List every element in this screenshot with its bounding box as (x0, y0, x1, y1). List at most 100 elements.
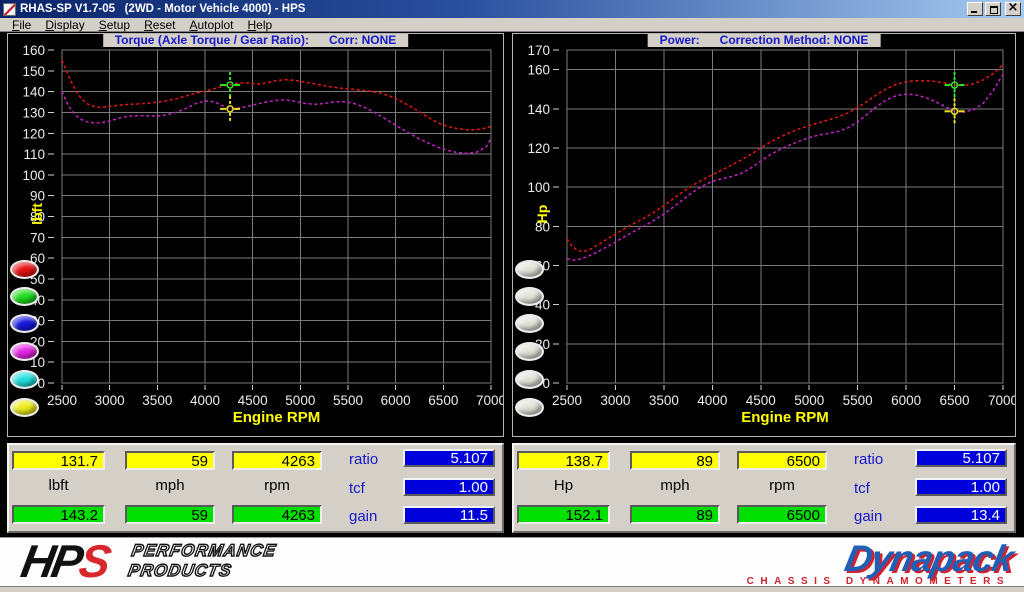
torque-readout-panel: 131.7lbft143.259mph594263rpm4263ratio5.1… (7, 443, 504, 533)
svg-text:160: 160 (22, 43, 45, 58)
main-area: Torque (Axle Torque / Gear Ratio): Corr:… (0, 32, 1024, 592)
run-color-button-blue[interactable] (10, 314, 39, 333)
yellow-cursor[interactable] (220, 96, 240, 122)
svg-text:5500: 5500 (843, 393, 873, 408)
run-color-button-green[interactable] (10, 287, 39, 306)
ratio-field: 5.107 (403, 449, 495, 467)
minimize-button[interactable] (967, 2, 983, 16)
svg-text:6000: 6000 (381, 393, 411, 408)
green-mph-field: 89 (630, 505, 720, 524)
dynapack-logo-text: Dynapack (743, 542, 1016, 576)
yellow-rpm-field: 6500 (737, 451, 827, 470)
restore-button[interactable] (985, 2, 1001, 16)
svg-text:120: 120 (527, 141, 550, 156)
svg-text:120: 120 (22, 126, 45, 141)
svg-text:3000: 3000 (95, 393, 125, 408)
run-indicator-button-blank-4[interactable] (515, 342, 544, 361)
yellow-mph-field: 59 (125, 451, 215, 470)
svg-text:140: 140 (22, 85, 45, 100)
power-readout-panel: 138.7Hp152.189mph896500rpm6500ratio5.107… (512, 443, 1016, 533)
run-indicator-button-blank-5[interactable] (515, 370, 544, 389)
run-indicator-button-blank-1[interactable] (515, 260, 544, 279)
close-button[interactable] (1005, 2, 1021, 16)
svg-text:160: 160 (527, 63, 550, 78)
run-color-button-yellow[interactable] (10, 398, 39, 417)
lbft-unit-label: lbft (12, 477, 105, 495)
gain-field: 13.4 (915, 506, 1007, 524)
x-axis-title: Engine RPM (233, 409, 321, 426)
run-indicator-button-blank-3[interactable] (515, 314, 544, 333)
gain-field: 11.5 (403, 506, 495, 524)
menu-reset[interactable]: Reset (137, 18, 182, 32)
menu-help[interactable]: Help (241, 18, 280, 32)
tcf-label: tcf (349, 480, 401, 498)
app-window: RHAS-SP V1.7-05 (2WD - Motor Vehicle 400… (0, 0, 1024, 592)
run-color-button-red[interactable] (10, 260, 39, 279)
torque-chart: 1601501401301201101009080706050403020100… (8, 34, 503, 436)
mph-unit-label: mph (125, 477, 215, 495)
yellow-lbft-field: 131.7 (12, 451, 105, 470)
svg-text:5500: 5500 (333, 393, 363, 408)
svg-text:2500: 2500 (47, 393, 77, 408)
ratio-field: 5.107 (915, 449, 1007, 467)
x-axis-title: Engine RPM (741, 409, 829, 426)
svg-text:5000: 5000 (285, 393, 315, 408)
run-magenta-power (567, 75, 1003, 261)
svg-text:90: 90 (30, 189, 45, 204)
title-bar[interactable]: RHAS-SP V1.7-05 (2WD - Motor Vehicle 400… (0, 0, 1024, 18)
torque-chart-title: Torque (Axle Torque / Gear Ratio): Corr:… (103, 34, 409, 47)
torque-chart-panel: Torque (Axle Torque / Gear Ratio): Corr:… (7, 33, 504, 437)
svg-text:4000: 4000 (190, 393, 220, 408)
tcf-field: 1.00 (403, 478, 495, 496)
run-magenta-torque (62, 92, 491, 154)
svg-text:150: 150 (22, 64, 45, 79)
svg-text:6500: 6500 (940, 393, 970, 408)
mph-unit-label: mph (630, 477, 720, 495)
svg-text:3000: 3000 (600, 393, 630, 408)
menu-bar: FileDisplaySetupResetAutoplotHelp (0, 18, 1024, 32)
run-indicator-button-blank-6[interactable] (515, 398, 544, 417)
svg-text:5000: 5000 (794, 393, 824, 408)
svg-text:170: 170 (527, 43, 550, 58)
run-red-power (567, 65, 1003, 252)
window-title: RHAS-SP V1.7-05 (2WD - Motor Vehicle 400… (20, 3, 967, 15)
menu-file[interactable]: File (5, 18, 38, 32)
green-rpm-field: 6500 (737, 505, 827, 524)
menu-autoplot[interactable]: Autoplot (182, 18, 240, 32)
svg-text:100: 100 (22, 168, 45, 183)
y-axis-title: lbft (29, 203, 45, 225)
svg-text:4000: 4000 (697, 393, 727, 408)
svg-text:7000: 7000 (988, 393, 1015, 408)
tcf-label: tcf (854, 480, 906, 498)
green-lbft-field: 143.2 (12, 505, 105, 524)
hps-logo: HPS PERFORMANCE PRODUCTS (22, 539, 274, 583)
power-chart-panel: Power: Correction Method: NONE 170 160 140… (512, 33, 1016, 437)
logo-strip: HPS PERFORMANCE PRODUCTS Dynapack CHASSI… (0, 537, 1024, 586)
ratio-label: ratio (854, 451, 906, 469)
run-color-button-magenta[interactable] (10, 342, 39, 361)
svg-text:4500: 4500 (746, 393, 776, 408)
hps-logo-text: HPS (18, 539, 111, 583)
menu-display[interactable]: Display (38, 18, 91, 32)
svg-text:3500: 3500 (142, 393, 172, 408)
window-bottom-edge (0, 586, 1024, 592)
dynapack-logo: Dynapack CHASSIS DYNAMOMETERS (747, 542, 1012, 587)
menu-setup[interactable]: Setup (92, 18, 137, 32)
svg-text:2500: 2500 (552, 393, 582, 408)
rpm-unit-label: rpm (737, 477, 827, 495)
svg-text:140: 140 (527, 102, 550, 117)
svg-text:7000: 7000 (476, 393, 503, 408)
app-icon (3, 3, 16, 16)
gain-label: gain (854, 508, 906, 526)
tcf-field: 1.00 (915, 478, 1007, 496)
power-chart: 1701601401201008060402002500300035004000… (513, 34, 1015, 436)
green-Hp-field: 152.1 (517, 505, 610, 524)
Hp-unit-label: Hp (517, 477, 610, 495)
yellow-mph-field: 89 (630, 451, 720, 470)
svg-text:3500: 3500 (649, 393, 679, 408)
power-chart-title: Power: Correction Method: NONE (648, 34, 881, 47)
run-color-button-cyan[interactable] (10, 370, 39, 389)
hps-logo-subtitle: PERFORMANCE PRODUCTS (126, 541, 277, 581)
svg-text:100: 100 (527, 180, 550, 195)
run-indicator-button-blank-2[interactable] (515, 287, 544, 306)
